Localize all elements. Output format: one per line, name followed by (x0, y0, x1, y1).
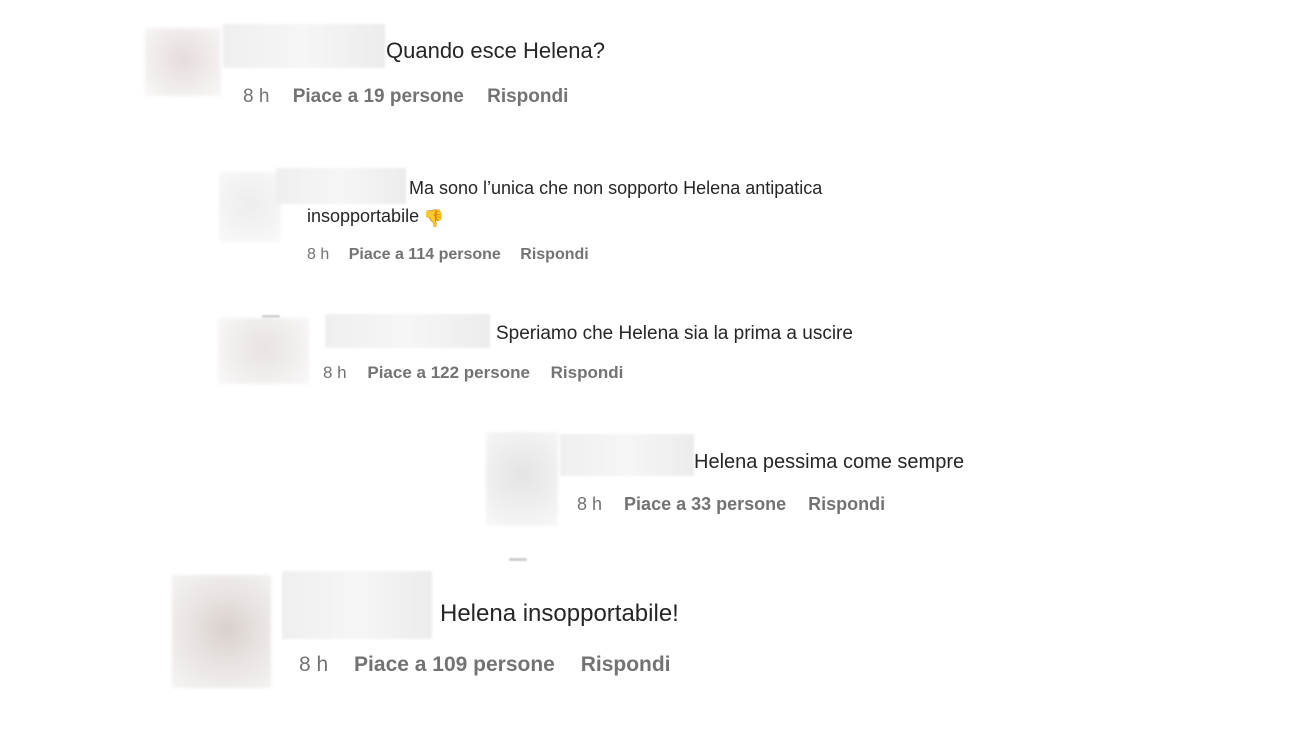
likes-count-link[interactable]: Piace a 109 persone (354, 653, 555, 677)
likes-count-link[interactable]: Piace a 33 persone (624, 494, 786, 515)
comment-time: 8 h (307, 246, 330, 263)
username-blurred[interactable] (223, 24, 385, 68)
comment-text: Ma sono l’unica che non sopporto Helena … (409, 178, 823, 198)
comment-time: 8 h (323, 363, 347, 382)
reply-link[interactable]: Rispondi (808, 494, 885, 515)
likes-count-link[interactable]: Piace a 19 persone (293, 86, 464, 108)
username-blurred[interactable] (276, 168, 406, 204)
comment-meta: 8 h Piace a 19 persone Rispondi (243, 86, 568, 108)
likes-count-link[interactable]: Piace a 122 persone (367, 363, 530, 383)
username-blurred[interactable] (282, 571, 432, 639)
thumbs-down-icon: 👎 (423, 209, 445, 228)
comment-text: Speriamo che Helena sia la prima a uscir… (496, 323, 853, 344)
avatar[interactable] (486, 432, 558, 526)
avatar[interactable] (172, 575, 271, 688)
comment-text-line2: insopportabile 👎 (307, 206, 444, 229)
reply-link[interactable]: Rispondi (551, 363, 624, 383)
username-blurred[interactable] (325, 314, 490, 348)
avatar[interactable] (218, 318, 309, 384)
avatar[interactable] (145, 28, 221, 96)
comment-meta: 8 h Piace a 109 persone Rispondi (299, 653, 671, 677)
comment-time: 8 h (299, 653, 329, 676)
comment-text: Quando esce Helena? (386, 38, 605, 63)
username-blurred[interactable] (560, 434, 694, 476)
comment-text: Helena pessima come sempre (694, 451, 965, 473)
comment-meta: 8 h Piace a 33 persone Rispondi (577, 494, 885, 515)
comment-meta: 8 h Piace a 122 persone Rispondi (323, 363, 623, 383)
comment-time: 8 h (243, 86, 270, 107)
reply-link[interactable]: Rispondi (487, 86, 568, 108)
reply-link[interactable]: Rispondi (581, 653, 671, 677)
artifact-mark (509, 558, 527, 561)
avatar[interactable] (219, 172, 281, 242)
likes-count-link[interactable]: Piace a 114 persone (349, 246, 501, 264)
reply-link[interactable]: Rispondi (520, 246, 588, 264)
comment-text-continuation: insopportabile (307, 206, 420, 226)
comment-meta: 8 h Piace a 114 persone Rispondi (307, 246, 589, 264)
comment-text: Helena insopportabile! (440, 600, 679, 627)
comment-time: 8 h (577, 494, 603, 514)
